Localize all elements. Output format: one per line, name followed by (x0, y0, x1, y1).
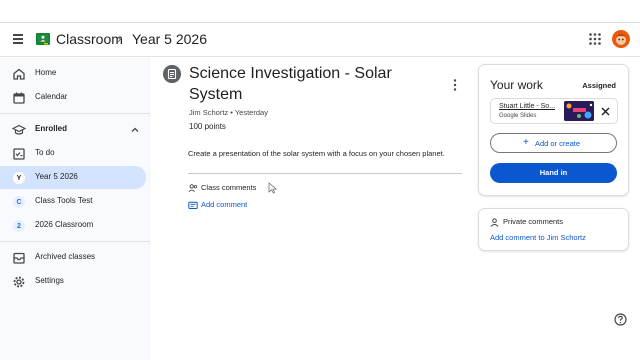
mouse-cursor-icon (268, 182, 278, 194)
private-comments-card: Private comments Add comment to Jim Scho… (478, 208, 629, 251)
breadcrumb-class[interactable]: Year 5 2026 (132, 31, 207, 47)
your-work-card: Your work Assigned Stuart Little - So...… (478, 64, 629, 196)
sidebar-item-home[interactable]: Home (0, 63, 146, 85)
home-icon (13, 68, 25, 80)
meta-separator: • (228, 108, 235, 117)
remove-attachment-icon[interactable] (600, 106, 611, 117)
sidebar-item-label: Settings (35, 276, 64, 285)
assignment-meta: Jim Schortz • Yesterday (189, 108, 268, 117)
sidebar-item-archived-classes[interactable]: Archived classes (0, 247, 146, 269)
sidebar-item-todo[interactable]: To do (0, 143, 146, 165)
sidebar-item-label: Class Tools Test (35, 196, 93, 205)
sidebar-divider (0, 241, 150, 242)
add-class-comment-button[interactable]: Add comment (188, 200, 268, 212)
sidebar-item-label: Home (35, 68, 57, 77)
school-icon (12, 124, 26, 135)
your-work-title: Your work (490, 78, 543, 92)
sidebar-item-class-tools-test[interactable]: C Class Tools Test (0, 191, 146, 213)
menu-icon-line (13, 42, 23, 44)
assignment-detail: Science Investigation - Solar System Jim… (150, 58, 474, 360)
main-menu-button[interactable] (11, 31, 27, 47)
add-comment-label: Add comment (201, 200, 248, 209)
todo-icon (13, 148, 25, 160)
sidebar-item-label: Calendar (35, 92, 68, 101)
class-comments-label: Class comments (201, 183, 257, 192)
assignment-author: Jim Schortz (189, 108, 229, 117)
add-private-comment-link[interactable]: Add comment to Jim Schortz (490, 233, 586, 242)
plus-icon: + (523, 137, 529, 148)
menu-icon-line (13, 34, 23, 36)
add-or-create-label: Add or create (535, 139, 581, 148)
window-top-strip (0, 0, 640, 22)
attachment-name[interactable]: Stuart Little - So... (499, 103, 555, 110)
sidebar-section-enrolled[interactable]: Enrolled (0, 119, 146, 141)
breadcrumb-separator: › (117, 31, 122, 46)
class-letter-icon: 2 (13, 220, 25, 232)
attachment-chip[interactable]: Stuart Little - So... Google Slides (490, 98, 618, 124)
private-comments-title: Private comments (503, 217, 564, 226)
person-icon (490, 218, 499, 227)
sidebar-section-label: Enrolled (35, 124, 68, 133)
hand-in-label: Hand in (539, 168, 568, 177)
google-apps-icon[interactable] (588, 32, 602, 46)
sidebar-item-label: 2026 Classroom (35, 220, 94, 229)
sidebar-item-year-5-2026[interactable]: Y Year 5 2026 (0, 166, 146, 189)
avatar-image (612, 30, 630, 48)
assignment-posted-date: Yesterday (234, 108, 268, 117)
sidebar-item-label: Archived classes (35, 252, 96, 261)
sidebar-item-calendar[interactable]: Calendar (0, 87, 146, 109)
gear-icon (13, 276, 25, 288)
sidebar-item-2026-classroom[interactable]: 2 2026 Classroom (0, 215, 146, 237)
slides-thumbnail-image (564, 101, 594, 121)
menu-icon-line (13, 38, 23, 40)
assignment-icon (163, 65, 181, 83)
more-options-icon[interactable] (450, 78, 460, 92)
people-icon (188, 184, 198, 193)
attachment-thumbnail[interactable] (564, 101, 594, 121)
assignment-title: Science Investigation - Solar System (189, 65, 392, 103)
account-avatar[interactable] (612, 30, 630, 48)
classroom-logo-icon[interactable] (36, 32, 50, 46)
status-badge: Assigned (582, 81, 616, 90)
class-letter-icon: Y (13, 172, 25, 184)
app-title[interactable]: Classroom (56, 31, 123, 47)
hand-in-button[interactable]: Hand in (490, 163, 617, 183)
top-app-bar: Classroom › Year 5 2026 (0, 22, 640, 57)
help-icon[interactable] (614, 313, 627, 326)
sidebar-item-label: To do (35, 148, 55, 157)
assignment-points: 100 points (189, 122, 226, 131)
class-letter-icon: C (13, 196, 25, 208)
calendar-icon (13, 92, 25, 104)
add-or-create-button[interactable]: + Add or create (490, 133, 617, 153)
archive-icon (13, 252, 25, 264)
comment-icon (188, 201, 198, 209)
sidebar: Home Calendar Enrolled To do Y Year 5 20… (0, 58, 150, 360)
sidebar-item-label: Year 5 2026 (35, 172, 78, 181)
attachment-type: Google Slides (499, 113, 537, 119)
assignment-description: Create a presentation of the solar syste… (188, 149, 445, 158)
chevron-up-icon[interactable] (130, 125, 140, 135)
section-divider (188, 173, 462, 174)
sidebar-item-settings[interactable]: Settings (0, 271, 146, 293)
sidebar-divider (0, 113, 150, 114)
